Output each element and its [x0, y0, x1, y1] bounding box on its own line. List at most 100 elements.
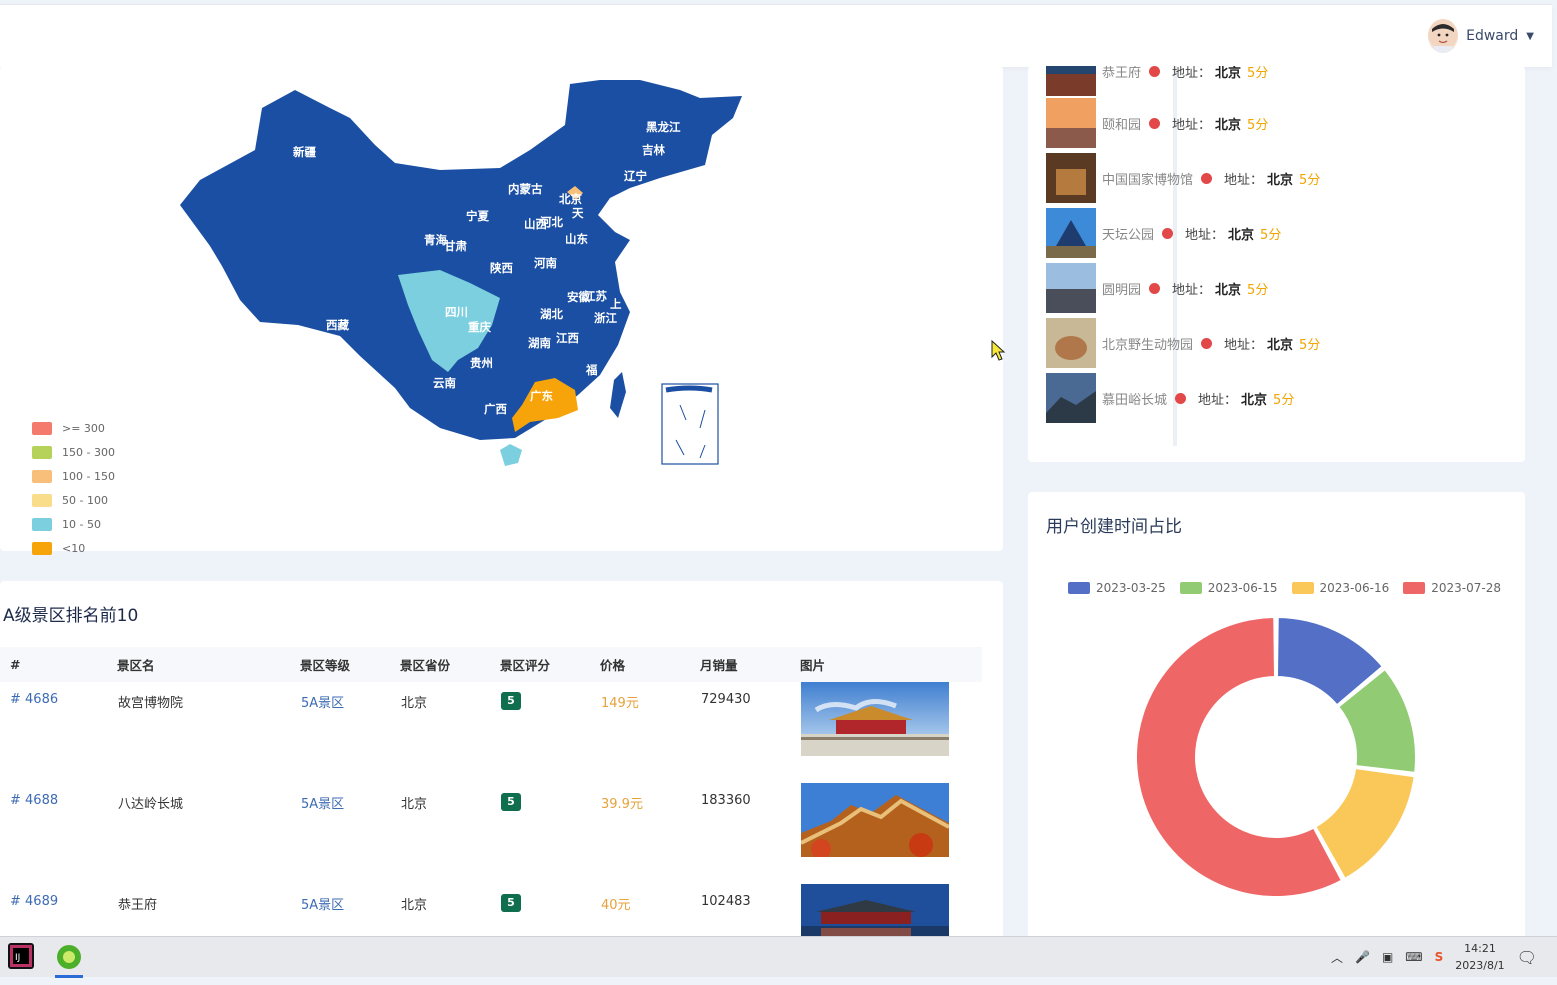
chevron-up-icon[interactable]: ︿	[1331, 949, 1343, 966]
scenic-thumb	[1046, 66, 1096, 96]
province-label[interactable]: 新疆	[293, 145, 316, 159]
province-label[interactable]: 广东	[530, 389, 553, 403]
legend-item[interactable]: 2023-06-15	[1179, 581, 1278, 595]
province-label[interactable]: 陕西	[490, 261, 513, 275]
price: 39.9元	[601, 797, 643, 812]
map-legend-item[interactable]: 10 - 50	[32, 512, 115, 536]
input-method-icon[interactable]: S	[1435, 950, 1444, 964]
top10-table: # 景区名 景区等级 景区省份 景区评分 价格 月销量 图片 # 4686 故宫…	[0, 647, 982, 985]
legend-item[interactable]: 2023-03-25	[1068, 581, 1166, 595]
map-legend-item[interactable]: >= 300	[32, 416, 115, 440]
col-header: 景区等级	[300, 647, 400, 682]
svg-text:IJ: IJ	[15, 953, 20, 963]
chart-legend: 2023-03-25 2023-06-15 2023-06-16 2023-07…	[1068, 581, 1501, 595]
donut-chart	[1135, 615, 1417, 898]
top-bar: Edward ▼	[0, 4, 1552, 67]
row-id-link[interactable]: # 4688	[10, 793, 58, 808]
province-label[interactable]: 山东	[565, 232, 588, 246]
province-label[interactable]: 辽宁	[624, 169, 647, 183]
legend-item[interactable]: 2023-07-28	[1403, 581, 1501, 595]
scenic-photo	[801, 783, 949, 857]
timeline-item[interactable]: 圆明园 地址： 北京 5分	[1046, 263, 1268, 313]
user-name: Edward	[1466, 28, 1519, 44]
row-id-link[interactable]: # 4689	[10, 894, 58, 909]
col-header: 图片	[800, 647, 982, 682]
province-label[interactable]: 福	[585, 363, 598, 377]
notification-icon[interactable]: 🗨	[1517, 948, 1537, 967]
col-header: 景区评分	[500, 647, 600, 682]
timeline-item[interactable]: 中国国家博物馆 地址： 北京 5分	[1046, 153, 1320, 203]
scenic-thumb	[1046, 208, 1096, 258]
scenic-level[interactable]: 5A景区	[301, 696, 344, 711]
map-legend-item[interactable]: 100 - 150	[32, 464, 115, 488]
table-row: # 4688 八达岭长城 5A景区 北京 5 39.9元 183360	[0, 783, 982, 884]
scenic-level[interactable]: 5A景区	[301, 797, 344, 812]
score-badge: 5	[501, 692, 521, 710]
microphone-icon[interactable]: 🎤	[1355, 950, 1370, 964]
top10-title: A级景区排名前10	[3, 606, 139, 626]
taskbar: IJ ︿ 🎤 ▣ ⌨ S 14:21 2023/8/1 🗨	[0, 936, 1557, 978]
province-label[interactable]: 四川	[445, 305, 468, 319]
timeline-item[interactable]: 慕田峪长城 地址： 北京 5分	[1046, 373, 1294, 423]
col-header: 景区名	[117, 647, 300, 682]
scenic-timeline-card: 恭王府 地址： 北京 5分 颐和园 地址： 北京 5分 中国国家博物馆 地址： …	[1028, 66, 1525, 462]
col-header: 价格	[600, 647, 700, 682]
system-clock[interactable]: 14:21 2023/8/1	[1455, 940, 1504, 974]
monthly-sales: 729430	[701, 692, 751, 707]
col-header: #	[0, 647, 117, 682]
keyboard-icon[interactable]: ⌨	[1405, 950, 1422, 964]
province-label[interactable]: 上	[610, 297, 622, 311]
map-legend-item[interactable]: 50 - 100	[32, 488, 115, 512]
map-region-mainland	[180, 80, 742, 440]
ide-app-icon[interactable]: IJ	[8, 943, 36, 971]
map-legend-item[interactable]: 150 - 300	[32, 440, 115, 464]
scenic-thumb	[1046, 318, 1096, 368]
network-icon[interactable]: ▣	[1382, 950, 1393, 964]
province-label[interactable]: 江西	[556, 331, 579, 345]
province-label[interactable]: 宁夏	[466, 209, 489, 223]
province-label[interactable]: 内蒙古	[508, 182, 543, 196]
province-label[interactable]: 贵州	[470, 356, 493, 370]
province-label[interactable]: 吉林	[642, 143, 665, 157]
province-label[interactable]: 河南	[534, 256, 557, 270]
map-legend: >= 300 150 - 300 100 - 150 50 - 100 10 -…	[32, 416, 115, 560]
map-region-taiwan	[610, 372, 626, 418]
province-label[interactable]: 湖南	[528, 336, 551, 350]
province-label[interactable]: 北京	[559, 192, 582, 206]
scenic-thumb	[1046, 263, 1096, 313]
score-badge: 5	[501, 894, 521, 912]
legend-item[interactable]: 2023-06-16	[1291, 581, 1389, 595]
timeline-item[interactable]: 北京野生动物园 地址： 北京 5分	[1046, 318, 1320, 368]
row-id-link[interactable]: # 4686	[10, 692, 58, 707]
timeline-dot	[1162, 227, 1174, 239]
province-label[interactable]: 甘肃	[444, 239, 467, 253]
province-label[interactable]: 河北	[540, 215, 563, 229]
scenic-level[interactable]: 5A景区	[301, 898, 344, 913]
province-label[interactable]: 浙江	[594, 311, 617, 325]
map-legend-item[interactable]: <10	[32, 536, 115, 560]
chart-title: 用户创建时间占比	[1046, 517, 1182, 537]
monthly-sales: 183360	[701, 793, 751, 808]
timeline-dot	[1201, 337, 1213, 349]
table-header-row: # 景区名 景区等级 景区省份 景区评分 价格 月销量 图片	[0, 647, 982, 682]
province-label[interactable]: 湖北	[540, 307, 563, 321]
col-header: 景区省份	[400, 647, 500, 682]
mouse-cursor-icon	[991, 340, 1006, 361]
table-row: # 4686 故宫博物院 5A景区 北京 5 149元 729430	[0, 682, 982, 783]
timeline-item[interactable]: 颐和园 地址： 北京 5分	[1046, 98, 1268, 148]
province-label[interactable]: 黑龙江	[646, 120, 681, 134]
province-label[interactable]: 西藏	[326, 318, 349, 332]
province-label[interactable]: 重庆	[468, 320, 491, 334]
timeline-item[interactable]: 恭王府 地址： 北京 5分	[1046, 66, 1268, 96]
timeline-item[interactable]: 天坛公园 地址： 北京 5分	[1046, 208, 1281, 258]
province-label[interactable]: 江苏	[584, 289, 607, 303]
user-menu[interactable]: Edward ▼	[1428, 19, 1534, 53]
province-label[interactable]: 广西	[484, 402, 507, 416]
china-map: 新疆西藏内蒙古黑龙江吉林辽宁北京天宁夏山西河北山东青海甘肃陕西 河南四川重庆湖北安…	[180, 80, 742, 466]
timeline-dot	[1149, 117, 1161, 129]
chevron-down-icon: ▼	[1526, 30, 1534, 42]
avatar	[1428, 19, 1459, 53]
province-label[interactable]: 天	[572, 206, 584, 220]
province-label[interactable]: 云南	[433, 376, 456, 390]
browser-app-icon[interactable]	[55, 943, 83, 978]
